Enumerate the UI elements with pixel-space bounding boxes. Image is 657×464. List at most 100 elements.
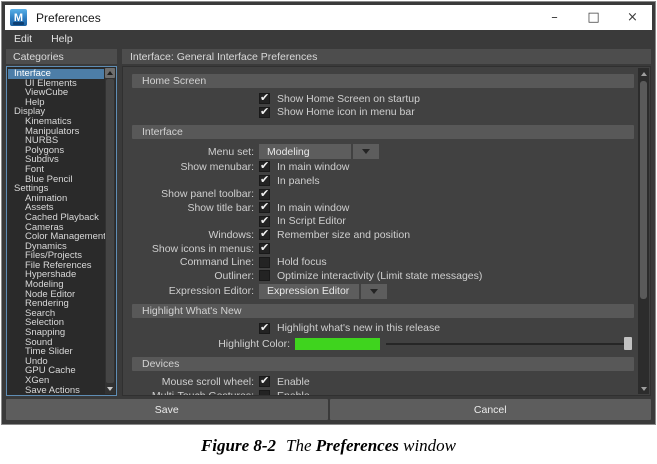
figure-label: Figure 8-2	[201, 436, 276, 455]
field-label: Show title bar:	[132, 202, 254, 214]
highlight-color-swatch[interactable]	[295, 338, 380, 350]
expression-editor-dropdown[interactable]: Expression Editor	[259, 284, 387, 299]
dialog-buttons: Save Cancel	[6, 399, 651, 420]
menu-help[interactable]: Help	[51, 33, 73, 45]
pref-row-panel-toolbar: Show panel toolbar:	[132, 187, 634, 201]
sidebar-scrollbar[interactable]	[105, 68, 115, 394]
pref-row-mouse-wheel: Mouse scroll wheel: Enable	[132, 375, 634, 389]
checkbox-multitouch[interactable]	[259, 390, 270, 396]
field-label: Expression Editor:	[132, 285, 254, 297]
checkbox-home-icon[interactable]	[259, 107, 270, 118]
scroll-down-icon[interactable]	[638, 383, 649, 394]
pref-row-home-icon: Show Home icon in menu bar	[132, 106, 634, 120]
checkbox-label: In Script Editor	[277, 215, 346, 227]
preferences-window: M Preferences – □ × Edit Help Categories…	[1, 1, 656, 425]
pref-row-multitouch: Multi-Touch Gestures: Enable	[132, 389, 634, 396]
pref-row-highlight-color: Highlight Color:	[132, 335, 634, 352]
caption-post: window	[403, 436, 456, 455]
scroll-down-icon[interactable]	[105, 384, 115, 394]
categories-sidebar: Categories InterfaceUI ElementsViewCubeH…	[6, 49, 117, 396]
slider-track[interactable]	[386, 343, 624, 345]
save-button[interactable]: Save	[6, 399, 328, 420]
pref-row-home-startup: Show Home Screen on startup	[132, 92, 634, 106]
section-devices[interactable]: Devices	[132, 357, 634, 371]
checkbox-label: Optimize interactivity (Limit state mess…	[277, 270, 482, 282]
checkbox-menubar-main[interactable]	[259, 161, 270, 172]
pref-row-icons-in-menus: Show icons in menus:	[132, 242, 634, 256]
checkbox-label: Show Home icon in menu bar	[277, 106, 415, 118]
checkbox-in-panels[interactable]	[259, 175, 270, 186]
content-scrollbar-thumb[interactable]	[640, 81, 647, 299]
close-button[interactable]: ×	[613, 5, 652, 30]
caption-name: Preferences	[316, 436, 399, 455]
scroll-up-icon[interactable]	[105, 68, 115, 78]
field-label: Multi-Touch Gestures:	[132, 390, 254, 396]
category-list: InterfaceUI ElementsViewCubeHelpDisplayK…	[11, 69, 104, 395]
checkbox-script-editor[interactable]	[259, 216, 270, 227]
section-home-screen[interactable]: Home Screen	[132, 74, 634, 88]
field-label: Menu set:	[132, 146, 254, 158]
dropdown-value: Expression Editor	[259, 284, 359, 299]
highlight-color-slider[interactable]	[386, 337, 632, 350]
checkbox-titlebar-main[interactable]	[259, 202, 270, 213]
checkbox-icons-in-menus[interactable]	[259, 243, 270, 254]
field-label: Show icons in menus:	[132, 243, 254, 255]
categories-header: Categories	[6, 49, 117, 64]
maya-icon-letter: M	[14, 12, 23, 24]
pref-row-expression-editor: Expression Editor: Expression Editor	[132, 283, 634, 300]
chevron-down-icon[interactable]	[353, 144, 379, 159]
chevron-down-icon[interactable]	[361, 284, 387, 299]
checkbox-label: Show Home Screen on startup	[277, 93, 420, 105]
category-listbox: InterfaceUI ElementsViewCubeHelpDisplayK…	[6, 66, 117, 396]
scroll-up-icon[interactable]	[638, 68, 649, 79]
minimize-button[interactable]: –	[535, 5, 574, 30]
pref-row-in-panels: In panels	[132, 174, 634, 188]
checkbox-outliner-optimize[interactable]	[259, 270, 270, 281]
field-label: Show panel toolbar:	[132, 188, 254, 200]
window-body: Categories InterfaceUI ElementsViewCubeH…	[2, 49, 655, 396]
pref-row-script-editor: In Script Editor	[132, 215, 634, 229]
pref-row-outliner: Outliner: Optimize interactivity (Limit …	[132, 269, 634, 283]
checkbox-label: Remember size and position	[277, 229, 410, 241]
field-label: Highlight Color:	[132, 338, 290, 350]
field-label: Command Line:	[132, 256, 254, 268]
menu-edit[interactable]: Edit	[14, 33, 32, 45]
checkbox-panel-toolbar[interactable]	[259, 189, 270, 200]
pref-row-highlight-new: Highlight what's new in this release	[132, 322, 634, 336]
field-label: Mouse scroll wheel:	[132, 376, 254, 388]
sidebar-item-save-actions[interactable]: Save Actions	[11, 386, 104, 396]
checkbox-label: Enable	[277, 390, 310, 396]
window-title: Preferences	[36, 11, 101, 25]
menu-set-dropdown[interactable]: Modeling	[259, 144, 379, 159]
checkbox-label: In panels	[277, 175, 320, 187]
pref-row-show-menubar: Show menubar: In main window	[132, 160, 634, 174]
window-controls: – □ ×	[535, 5, 652, 30]
pref-row-menu-set: Menu set: Modeling	[132, 143, 634, 160]
checkbox-label: Hold focus	[277, 256, 327, 268]
checkbox-home-startup[interactable]	[259, 93, 270, 104]
checkbox-mouse-wheel[interactable]	[259, 376, 270, 387]
section-interface[interactable]: Interface	[132, 125, 634, 139]
checkbox-hold-focus[interactable]	[259, 257, 270, 268]
maximize-button[interactable]: □	[574, 5, 613, 30]
checkbox-highlight-new[interactable]	[259, 323, 270, 334]
checkbox-label: In main window	[277, 161, 349, 173]
content-scrollbar[interactable]	[638, 68, 649, 394]
field-label: Outliner:	[132, 270, 254, 282]
checkbox-remember-size[interactable]	[259, 229, 270, 240]
sidebar-scrollbar-thumb[interactable]	[106, 79, 114, 383]
field-label: Show menubar:	[132, 161, 254, 173]
menu-bar: Edit Help	[2, 30, 655, 48]
figure-caption: Figure 8-2The Preferences window	[0, 436, 657, 456]
cancel-button[interactable]: Cancel	[330, 399, 652, 420]
preferences-content: Home Screen Show Home Screen on startup …	[122, 66, 651, 396]
pref-row-title-bar: Show title bar: In main window	[132, 201, 634, 215]
pref-row-windows: Windows: Remember size and position	[132, 228, 634, 242]
main-panel-header: Interface: General Interface Preferences	[122, 49, 651, 64]
slider-handle[interactable]	[624, 337, 632, 350]
section-whats-new[interactable]: Highlight What's New	[132, 304, 634, 318]
preferences-main-panel: Interface: General Interface Preferences…	[122, 49, 651, 396]
checkbox-label: In main window	[277, 202, 349, 214]
pref-row-command-line: Command Line: Hold focus	[132, 255, 634, 269]
checkbox-label: Enable	[277, 376, 310, 388]
